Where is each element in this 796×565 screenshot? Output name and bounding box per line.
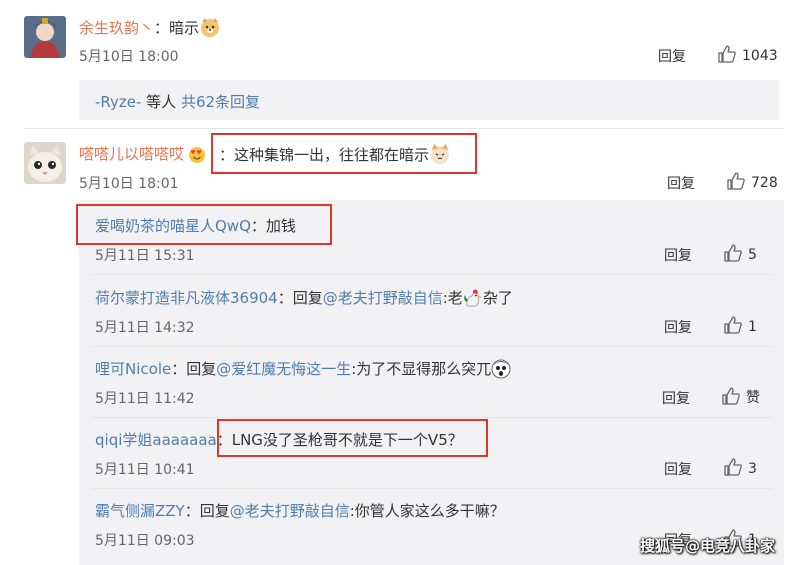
like-count: 1 bbox=[748, 319, 757, 335]
username-link[interactable]: 爱喝奶茶的喵星人QwQ bbox=[95, 217, 251, 235]
divider bbox=[92, 488, 772, 489]
like-button[interactable]: 3 bbox=[724, 458, 757, 477]
thumbs-up-icon bbox=[724, 316, 742, 334]
shocked-face-emoji-icon bbox=[491, 359, 511, 379]
divider bbox=[92, 274, 772, 275]
cat-emoji-icon bbox=[429, 143, 451, 165]
username-link[interactable]: 荷尔蒙打造非凡液体36904 bbox=[95, 289, 278, 307]
reply-button[interactable]: 回复 bbox=[664, 245, 692, 265]
reply-text: ：加钱 bbox=[250, 217, 296, 235]
like-button[interactable]: 1043 bbox=[718, 45, 778, 64]
sub-reply-line: 荷尔蒙打造非凡液体36904：回复@老夫打野敲自信:老 杂了 bbox=[95, 288, 513, 308]
rooster-emoji-icon bbox=[463, 288, 483, 308]
like-button[interactable]: 1 bbox=[724, 316, 757, 335]
divider bbox=[92, 346, 772, 347]
like-button[interactable]: 728 bbox=[727, 172, 778, 191]
comment-text: ：暗示 bbox=[154, 19, 200, 37]
reply-summary-text: -Ryze- 等人 共62条回复 bbox=[95, 93, 261, 111]
comment-line: 余生玖韵丶：暗示 bbox=[79, 16, 221, 38]
summary-username-link[interactable]: -Ryze- bbox=[95, 93, 141, 111]
mention-link[interactable]: @爱红魔无悔这一生 bbox=[216, 360, 351, 378]
sub-reply-line: 爱喝奶茶的喵星人QwQ：加钱 bbox=[95, 215, 296, 236]
thumbs-up-icon bbox=[724, 244, 742, 262]
like-count: 赞 bbox=[746, 390, 760, 406]
doge-emoji-icon bbox=[199, 16, 221, 38]
divider bbox=[92, 417, 772, 418]
username-link[interactable]: 哩可Nicole bbox=[95, 360, 171, 378]
like-count: 3 bbox=[748, 461, 757, 477]
like-count: 5 bbox=[748, 247, 757, 263]
timestamp: 5月10日 18:01 bbox=[79, 176, 179, 192]
watermark: 搜狐号@电竞八卦家 bbox=[640, 537, 776, 555]
timestamp: 5月11日 14:32 bbox=[95, 320, 195, 336]
mention-link[interactable]: @老夫打野敲自信 bbox=[230, 502, 350, 520]
avatar[interactable] bbox=[24, 142, 66, 184]
view-all-replies-link[interactable]: 共62条回复 bbox=[181, 93, 260, 111]
divider bbox=[24, 128, 784, 129]
username-link[interactable]: 嗒嗒儿以嗒嗒哎 bbox=[79, 145, 184, 163]
timestamp: 5月11日 10:41 bbox=[95, 462, 195, 478]
thumbs-up-icon bbox=[718, 45, 736, 63]
reply-button[interactable]: 回复 bbox=[664, 317, 692, 337]
timestamp: 5月11日 09:03 bbox=[95, 533, 195, 549]
reply-button[interactable]: 回复 bbox=[658, 46, 686, 66]
thumbs-up-icon bbox=[727, 172, 745, 190]
mention-link[interactable]: @老夫打野敲自信 bbox=[323, 289, 443, 307]
thumbs-up-icon bbox=[722, 387, 740, 405]
sub-reply-line: qiqi学姐aaaaaaa：LNG没了圣枪哥不就是下一个V5？ bbox=[95, 429, 463, 450]
username-link[interactable]: qiqi学姐aaaaaaa bbox=[95, 431, 217, 449]
like-count: 1043 bbox=[742, 48, 778, 64]
username-link[interactable]: 余生玖韵丶 bbox=[79, 19, 154, 37]
reply-button[interactable]: 回复 bbox=[664, 459, 692, 479]
reply-text: :老 bbox=[442, 289, 463, 307]
comment-text: ：这种集锦一出，往往都在暗示 bbox=[219, 146, 430, 164]
timestamp: 5月10日 18:00 bbox=[79, 49, 179, 65]
reply-text: ：LNG没了圣枪哥不就是下一个V5？ bbox=[216, 431, 463, 449]
heart-eyes-emoji-icon bbox=[188, 146, 206, 164]
like-button[interactable]: 5 bbox=[724, 244, 757, 263]
reply-button[interactable]: 回复 bbox=[667, 173, 695, 193]
like-button[interactable]: 赞 bbox=[722, 387, 760, 407]
reply-text: :为了不显得那么突兀 bbox=[351, 360, 492, 378]
username-link[interactable]: 霸气侧漏ZZY bbox=[95, 502, 185, 520]
reply-text: :你管人家这么多干嘛？ bbox=[349, 502, 505, 520]
reply-summary-bar[interactable]: -Ryze- 等人 共62条回复 bbox=[79, 80, 779, 120]
comment-text-line: ：这种集锦一出，往往都在暗示 bbox=[219, 143, 451, 165]
sub-reply-line: 哩可Nicole：回复@爱红魔无悔这一生:为了不显得那么突兀 bbox=[95, 358, 511, 379]
reply-button[interactable]: 回复 bbox=[662, 388, 690, 408]
avatar[interactable] bbox=[24, 16, 66, 58]
comment-line: 嗒嗒儿以嗒嗒哎 bbox=[79, 143, 206, 164]
timestamp: 5月11日 11:42 bbox=[95, 391, 195, 407]
sub-reply-line: 霸气侧漏ZZY：回复@老夫打野敲自信:你管人家这么多干嘛？ bbox=[95, 502, 505, 520]
thumbs-up-icon bbox=[724, 458, 742, 476]
like-count: 728 bbox=[751, 175, 778, 191]
timestamp: 5月11日 15:31 bbox=[95, 248, 195, 264]
